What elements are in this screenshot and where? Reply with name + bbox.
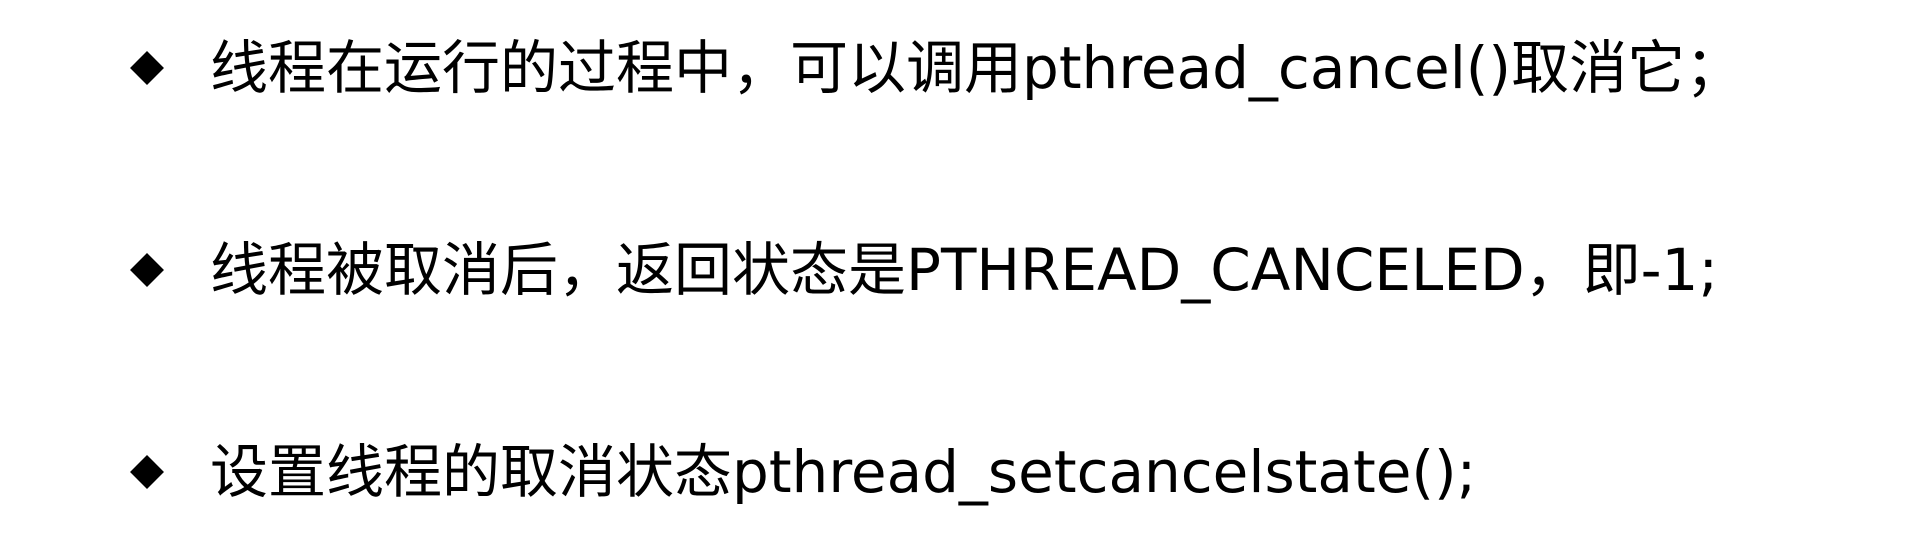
diamond-bullet-icon [130, 253, 164, 287]
bullet-text-2: 线程被取消后，返回状态是PTHREAD_CANCELED，即-1; [210, 236, 1719, 304]
diamond-bullet-icon [130, 455, 164, 489]
bullet-item-1: 线程在运行的过程中，可以调用pthread_cancel()取消它； [130, 28, 1743, 108]
slide-canvas: 线程在运行的过程中，可以调用pthread_cancel()取消它； 线程被取消… [0, 0, 1905, 547]
bullet-item-2: 线程被取消后，返回状态是PTHREAD_CANCELED，即-1; [130, 230, 1718, 310]
bullet-text-3: 设置线程的取消状态pthread_setcancelstate(); [210, 438, 1477, 506]
bullet-text-1: 线程在运行的过程中，可以调用pthread_cancel()取消它； [210, 34, 1744, 102]
bullet-item-3: 设置线程的取消状态pthread_setcancelstate(); [130, 432, 1476, 512]
diamond-bullet-icon [130, 51, 164, 85]
